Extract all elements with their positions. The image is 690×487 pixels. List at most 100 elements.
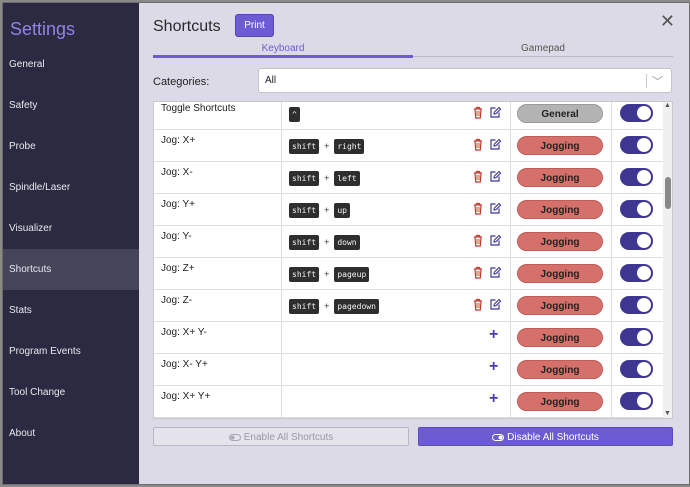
trash-icon[interactable]: [473, 266, 483, 279]
scrollbar[interactable]: ▲ ▼: [663, 102, 672, 418]
shortcuts-table: Toggle Shortcuts ^ General Jog: X+ shift + rig…: [153, 101, 673, 419]
column-divider: [510, 226, 511, 257]
edit-icon[interactable]: [490, 234, 501, 246]
toggle-icon[interactable]: [620, 200, 653, 218]
toggle-icon[interactable]: [620, 296, 653, 314]
column-divider: [281, 354, 282, 385]
column-divider: [510, 162, 511, 193]
key-badge: shift: [289, 170, 320, 186]
edit-icon[interactable]: [490, 202, 501, 214]
shortcut-keys: shift + right: [289, 138, 365, 154]
settings-window: Settings General Safety Probe Spindle/La…: [2, 2, 690, 485]
sidebar-item-stats[interactable]: Stats: [3, 290, 139, 331]
trash-icon[interactable]: [473, 202, 483, 215]
toggle-icon[interactable]: [620, 232, 653, 250]
column-divider: [611, 130, 612, 161]
toggle-icon[interactable]: [620, 168, 653, 186]
disable-all-shortcuts-button[interactable]: Disable All Shortcuts: [418, 427, 673, 446]
column-divider: [510, 354, 511, 385]
sidebar-item-about[interactable]: About: [3, 413, 139, 454]
edit-icon[interactable]: [490, 266, 501, 278]
enable-all-shortcuts-button[interactable]: Enable All Shortcuts: [153, 427, 409, 446]
shortcut-name: Jog: X- Y+: [161, 359, 208, 370]
key-badge: pageup: [334, 266, 370, 282]
table-row: Jog: X+ shift + right Jogging: [154, 130, 663, 162]
plus-icon[interactable]: +: [489, 390, 498, 408]
sidebar-item-shortcuts[interactable]: Shortcuts: [3, 249, 139, 290]
page-title: Shortcuts: [153, 18, 221, 35]
scroll-up-arrow[interactable]: ▲: [664, 102, 671, 109]
table-row: Jog: X+ Y+ + Jogging: [154, 386, 663, 418]
print-button[interactable]: Print: [235, 14, 274, 37]
tab-divider: [413, 56, 673, 57]
toggle-icon[interactable]: [620, 360, 653, 378]
key-separator: +: [324, 269, 330, 279]
edit-icon[interactable]: [490, 298, 501, 310]
column-divider: [281, 322, 282, 353]
sidebar-item-program-events[interactable]: Program Events: [3, 331, 139, 372]
key-badge: ^: [289, 106, 300, 122]
toggle-icon[interactable]: [620, 392, 653, 410]
column-divider: [510, 386, 511, 417]
category-badge: Jogging: [517, 328, 603, 347]
shortcut-name: Jog: Z-: [161, 295, 193, 306]
chevron-down-icon[interactable]: ﹀: [652, 73, 663, 89]
table-row: Jog: X- Y+ + Jogging: [154, 354, 663, 386]
shortcut-keys: ^: [289, 106, 300, 122]
toggle-icon[interactable]: [620, 136, 653, 154]
column-divider: [611, 386, 612, 417]
trash-icon[interactable]: [473, 234, 483, 247]
edit-icon[interactable]: [490, 138, 501, 150]
trash-icon[interactable]: [473, 138, 483, 151]
column-divider: [281, 194, 282, 225]
sidebar-item-visualizer[interactable]: Visualizer: [3, 208, 139, 249]
key-separator: +: [324, 205, 330, 215]
key-badge: shift: [289, 138, 320, 154]
toggle-icon[interactable]: [620, 104, 653, 122]
enable-all-label: Enable All Shortcuts: [243, 432, 334, 443]
sidebar-item-tool-change[interactable]: Tool Change: [3, 372, 139, 413]
select-separator: [646, 74, 647, 88]
column-divider: [611, 290, 612, 321]
column-divider: [510, 258, 511, 289]
column-divider: [510, 194, 511, 225]
key-badge: shift: [289, 266, 320, 282]
close-icon[interactable]: ✕: [660, 12, 675, 30]
edit-icon[interactable]: [490, 106, 501, 118]
column-divider: [281, 102, 282, 129]
table-row: Jog: Z+ shift + pageup Jogging: [154, 258, 663, 290]
toggle-icon[interactable]: [620, 328, 653, 346]
plus-icon[interactable]: +: [489, 326, 498, 344]
key-badge: down: [334, 234, 360, 250]
categories-select[interactable]: All ﹀: [258, 68, 672, 93]
sidebar-item-spindle-laser[interactable]: Spindle/Laser: [3, 167, 139, 208]
sidebar-item-safety[interactable]: Safety: [3, 85, 139, 126]
tab-gamepad[interactable]: Gamepad: [413, 43, 673, 57]
key-badge: right: [334, 138, 365, 154]
toggle-off-icon: [228, 433, 241, 441]
disable-all-label: Disable All Shortcuts: [507, 432, 599, 443]
scroll-down-arrow[interactable]: ▼: [664, 410, 671, 417]
table-row: Jog: Z-shift + pagedown Jogging: [154, 290, 663, 322]
column-divider: [510, 102, 511, 129]
main-panel: Shortcuts Print ✕ Keyboard Gamepad Categ…: [139, 3, 689, 484]
edit-icon[interactable]: [490, 170, 501, 182]
key-badge: shift: [289, 298, 320, 314]
shortcut-name: Jog: X+ Y-: [161, 327, 207, 338]
category-badge: Jogging: [517, 232, 603, 251]
trash-icon[interactable]: [473, 106, 483, 119]
shortcut-keys: shift + pageup: [289, 266, 370, 282]
sidebar-item-general[interactable]: General: [3, 44, 139, 85]
shortcut-name: Jog: Y+: [161, 199, 196, 210]
trash-icon[interactable]: [473, 298, 483, 311]
shortcut-name: Jog: X+: [161, 135, 196, 146]
key-badge: left: [334, 170, 360, 186]
column-divider: [611, 258, 612, 289]
category-badge: Jogging: [517, 296, 603, 315]
categories-selected-value: All: [265, 75, 277, 86]
trash-icon[interactable]: [473, 170, 483, 183]
scrollbar-thumb[interactable]: [665, 177, 671, 209]
sidebar-item-probe[interactable]: Probe: [3, 126, 139, 167]
plus-icon[interactable]: +: [489, 358, 498, 376]
toggle-icon[interactable]: [620, 264, 653, 282]
